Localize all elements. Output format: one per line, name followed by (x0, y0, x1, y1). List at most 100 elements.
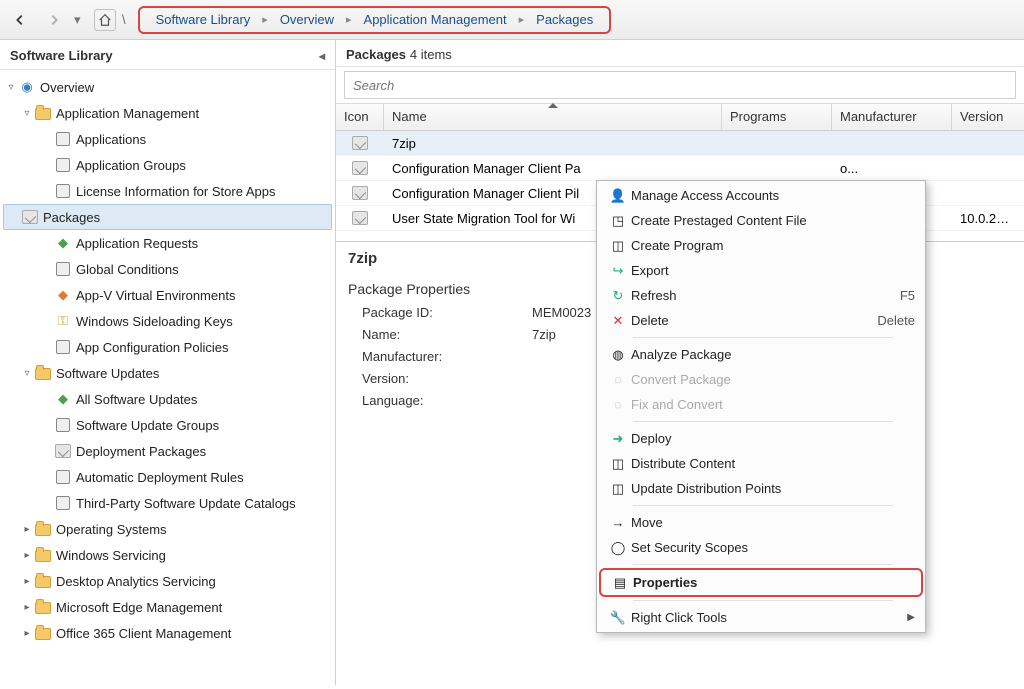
column-name[interactable]: Name (384, 104, 722, 130)
home-icon[interactable] (94, 9, 116, 31)
folder-icon (34, 365, 52, 381)
tree-label: Software Updates (56, 366, 159, 381)
tree-node-license-information-for-store-apps[interactable]: License Information for Store Apps (0, 178, 335, 204)
collapse-sidebar-icon[interactable]: ◂ (319, 49, 325, 63)
tree-node-software-updates[interactable]: ▿ Software Updates (0, 360, 335, 386)
tree-label: Microsoft Edge Management (56, 600, 222, 615)
menu-item-deploy[interactable]: ➜Deploy (599, 426, 923, 451)
column-version[interactable]: Version (952, 104, 1024, 130)
twisty-icon[interactable]: ▸ (20, 628, 34, 639)
tree-node-deployment-packages[interactable]: Deployment Packages (0, 438, 335, 464)
tree-node-windows-sideloading-keys[interactable]: ⚿Windows Sideloading Keys (0, 308, 335, 334)
menu-label: Set Security Scopes (631, 540, 915, 555)
tree-node-microsoft-edge-management[interactable]: ▸ Microsoft Edge Management (0, 594, 335, 620)
tree-label: License Information for Store Apps (76, 184, 275, 199)
menu-icon: 👤 (605, 188, 631, 204)
tree-node-software-update-groups[interactable]: Software Update Groups (0, 412, 335, 438)
history-dropdown[interactable]: ▾ (74, 12, 88, 28)
menu-icon: ◫ (605, 481, 631, 497)
table-row[interactable]: Configuration Manager Client Pao... (336, 156, 1024, 181)
breadcrumb-packages[interactable]: Packages (530, 9, 599, 30)
tree-node-app-v-virtual-environments[interactable]: ◆App-V Virtual Environments (0, 282, 335, 308)
menu-item-properties[interactable]: ▤Properties (599, 568, 923, 597)
twisty-icon[interactable]: ▿ (20, 368, 34, 379)
menu-icon: ◫ (605, 456, 631, 472)
tree-node-third-party-software-update-catalogs[interactable]: Third-Party Software Update Catalogs (0, 490, 335, 516)
navigation-tree: ▿◉Overview▿Application ManagementApplica… (0, 70, 335, 685)
tree-label: App-V Virtual Environments (76, 288, 235, 303)
tree-node-packages[interactable]: Packages (3, 204, 332, 230)
breadcrumb-application-management[interactable]: Application Management (358, 9, 513, 30)
column-programs[interactable]: Programs (722, 104, 832, 130)
twisty-icon[interactable]: ▸ (20, 602, 34, 613)
menu-item-manage-access-accounts[interactable]: 👤Manage Access Accounts (599, 183, 923, 208)
menu-item-refresh[interactable]: ↻RefreshF5 (599, 283, 923, 308)
tree-node-automatic-deployment-rules[interactable]: Automatic Deployment Rules (0, 464, 335, 490)
folder-icon (34, 625, 52, 641)
tree-node-windows-servicing[interactable]: ▸ Windows Servicing (0, 542, 335, 568)
sidebar: Software Library ◂ ▿◉Overview▿Applicatio… (0, 40, 336, 685)
table-row[interactable]: 7zip (336, 131, 1024, 156)
row-icon (336, 161, 384, 175)
green-icon: ◆ (54, 235, 72, 251)
tree-label: Deployment Packages (76, 444, 206, 459)
menu-icon: 🔧 (605, 610, 631, 626)
twisty-icon[interactable]: ▸ (20, 524, 34, 535)
search-input[interactable] (344, 71, 1016, 99)
chevron-icon: ▸ (346, 13, 352, 26)
pkg-icon (54, 443, 72, 459)
tree-node-office-365-client-management[interactable]: ▸Office 365 Client Management (0, 620, 335, 646)
menu-icon: ✕ (605, 313, 631, 329)
menu-item-create-prestaged-content-file[interactable]: ◳Create Prestaged Content File (599, 208, 923, 233)
context-menu: 👤Manage Access Accounts◳Create Prestaged… (596, 180, 926, 633)
back-button[interactable] (6, 6, 34, 34)
tree-node-overview[interactable]: ▿◉ Overview (0, 74, 335, 100)
forward-button[interactable] (40, 6, 68, 34)
twisty-icon[interactable]: ▸ (20, 550, 34, 561)
property-key: Language: (362, 393, 532, 415)
menu-item-convert-package: ◌Convert Package (599, 367, 923, 392)
column-icon[interactable]: Icon (336, 104, 384, 130)
menu-item-distribute-content[interactable]: ◫Distribute Content (599, 451, 923, 476)
tree-label: Application Requests (76, 236, 198, 251)
twisty-icon[interactable]: ▿ (20, 108, 34, 119)
menu-icon: ◫ (605, 238, 631, 254)
menu-label: Distribute Content (631, 456, 915, 471)
chevron-icon: ▸ (262, 13, 268, 26)
tree-node-application-groups[interactable]: Application Groups (0, 152, 335, 178)
menu-item-analyze-package[interactable]: ◍Analyze Package (599, 342, 923, 367)
tree-node-app-configuration-policies[interactable]: App Configuration Policies (0, 334, 335, 360)
tree-label: Desktop Analytics Servicing (56, 574, 216, 589)
twisty-icon[interactable]: ▸ (20, 576, 34, 587)
row-icon (336, 186, 384, 200)
tree-node-global-conditions[interactable]: Global Conditions (0, 256, 335, 282)
menu-icon: ➜ (605, 431, 631, 447)
menu-label: Deploy (631, 431, 915, 446)
tree-node-applications[interactable]: Applications (0, 126, 335, 152)
tree-node-application-requests[interactable]: ◆ Application Requests (0, 230, 335, 256)
app-icon (54, 157, 72, 173)
tree-label: Overview (40, 80, 94, 95)
twisty-icon[interactable]: ▿ (4, 82, 18, 93)
menu-item-update-distribution-points[interactable]: ◫Update Distribution Points (599, 476, 923, 501)
tree-label: Windows Sideloading Keys (76, 314, 233, 329)
tree-label: Windows Servicing (56, 548, 166, 563)
column-manufacturer[interactable]: Manufacturer (832, 104, 952, 130)
app-icon (54, 417, 72, 433)
breadcrumb-software-library[interactable]: Software Library (150, 9, 257, 30)
tree-node-application-management[interactable]: ▿Application Management (0, 100, 335, 126)
menu-item-delete[interactable]: ✕DeleteDelete (599, 308, 923, 333)
tree-node-desktop-analytics-servicing[interactable]: ▸ Desktop Analytics Servicing (0, 568, 335, 594)
folder-icon (34, 105, 52, 121)
menu-item-set-security-scopes[interactable]: ◯Set Security Scopes (599, 535, 923, 560)
breadcrumb-overview[interactable]: Overview (274, 9, 340, 30)
row-version: 10.0.2200 (952, 211, 1024, 226)
menu-item-create-program[interactable]: ◫Create Program (599, 233, 923, 258)
tree-node-operating-systems[interactable]: ▸Operating Systems (0, 516, 335, 542)
menu-item-right-click-tools[interactable]: 🔧Right Click Tools▶ (599, 605, 923, 630)
menu-label: Delete (631, 313, 867, 328)
overview-icon: ◉ (18, 79, 36, 95)
menu-item-move[interactable]: →Move (599, 510, 923, 535)
tree-node-all-software-updates[interactable]: ◆All Software Updates (0, 386, 335, 412)
menu-item-export[interactable]: ↪Export (599, 258, 923, 283)
